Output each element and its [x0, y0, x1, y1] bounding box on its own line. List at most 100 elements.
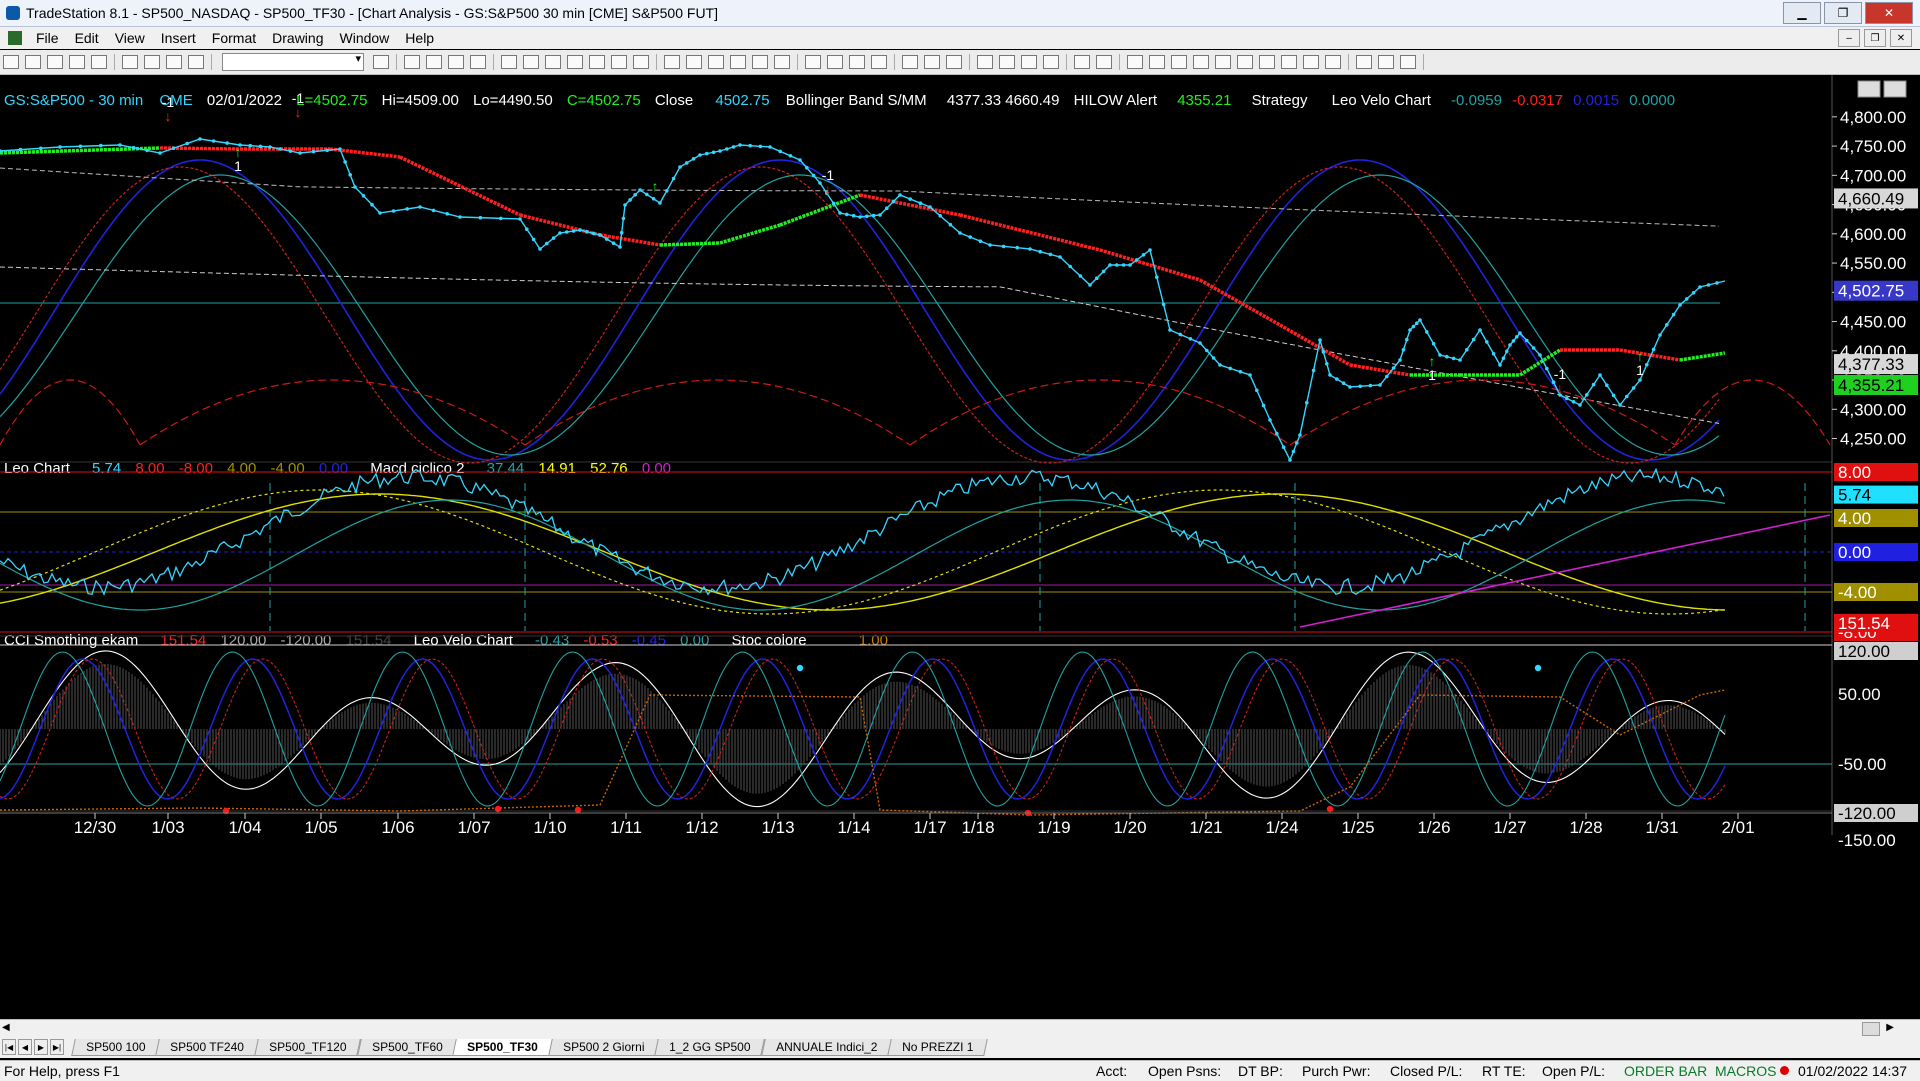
price-bar-dot — [1148, 248, 1152, 252]
toolbar-button-icon[interactable] — [1193, 55, 1209, 69]
toolbar-button-icon[interactable] — [1043, 55, 1059, 69]
toolbar-button-icon[interactable] — [470, 55, 486, 69]
toolbar-button-icon[interactable] — [501, 55, 517, 69]
toolbar-button-icon[interactable] — [47, 55, 63, 69]
toolbar-button-icon[interactable] — [523, 55, 539, 69]
toolbar-button-icon[interactable] — [122, 55, 138, 69]
minimize-icon[interactable]: ▁ — [1783, 2, 1821, 24]
chart-canvas[interactable]: GS:S&P500 - 30 min CME 02/01/2022 L=4502… — [0, 75, 1920, 1019]
toolbar-button-icon[interactable] — [849, 55, 865, 69]
toolbar-button-icon[interactable] — [144, 55, 160, 69]
toolbar-button-icon[interactable] — [1127, 55, 1143, 69]
toolbar-button-icon[interactable] — [589, 55, 605, 69]
chart-window-icon[interactable] — [8, 31, 22, 45]
workspace-tab[interactable]: SP500 2 Giorni — [548, 1038, 660, 1056]
toolbar-button-icon[interactable] — [902, 55, 918, 69]
horizontal-scrollbar[interactable]: ◀ ▶ — [0, 1019, 1920, 1036]
toolbar-button-icon[interactable] — [611, 55, 627, 69]
price-bar-dot — [1591, 382, 1596, 387]
scroll-thumb[interactable] — [1862, 1022, 1880, 1036]
toolbar-button-icon[interactable] — [188, 55, 204, 69]
price-bar-dot — [621, 216, 626, 221]
tab-prev-icon[interactable]: ◀ — [18, 1039, 32, 1055]
toolbar-button-icon[interactable] — [708, 55, 724, 69]
toolbar-button-icon[interactable] — [752, 55, 768, 69]
macros-button[interactable]: MACROS — [1715, 1063, 1776, 1079]
toolbar-button-icon[interactable] — [1356, 55, 1372, 69]
price-bar-dot — [605, 237, 609, 241]
toolbar-button-icon[interactable] — [1074, 55, 1090, 69]
toolbar-button-icon[interactable] — [664, 55, 680, 69]
velo-value-1: -0.0959 — [1451, 92, 1502, 109]
toolbar-button-icon[interactable] — [633, 55, 649, 69]
toolbar-button-icon[interactable] — [1096, 55, 1112, 69]
toolbar-button-icon[interactable] — [1378, 55, 1394, 69]
trend-line[interactable] — [1299, 514, 1831, 628]
toolbar-button-icon[interactable] — [1281, 55, 1297, 69]
maximize-icon[interactable]: ❐ — [1824, 2, 1862, 24]
toolbar-button-icon[interactable] — [1259, 55, 1275, 69]
toolbar-button-icon[interactable] — [1149, 55, 1165, 69]
toolbar-button-icon[interactable] — [25, 55, 41, 69]
mdi-minimize-icon[interactable]: – — [1838, 29, 1860, 47]
toolbar-button-icon[interactable] — [827, 55, 843, 69]
toolbar-button-icon[interactable] — [69, 55, 85, 69]
symbol-dropdown[interactable] — [222, 52, 364, 71]
menu-drawing[interactable]: Drawing — [264, 30, 331, 46]
toolbar-button-icon[interactable] — [924, 55, 940, 69]
toolbar-button-icon[interactable] — [166, 55, 182, 69]
toolbar-button-icon[interactable] — [730, 55, 746, 69]
toolbar-button-icon[interactable] — [1237, 55, 1253, 69]
toolbar-button-icon[interactable] — [3, 55, 19, 69]
toolbar-button-icon[interactable] — [1021, 55, 1037, 69]
toolbar-button-icon[interactable] — [946, 55, 962, 69]
toolbar-button-icon[interactable] — [1400, 55, 1416, 69]
toolbar-button-icon[interactable] — [774, 55, 790, 69]
pane-restore-icon[interactable] — [1883, 80, 1907, 98]
close-icon[interactable]: ✕ — [1865, 2, 1913, 24]
menu-window[interactable]: Window — [332, 30, 398, 46]
workspace-tab[interactable]: SP500_TF120 — [254, 1038, 362, 1056]
menu-insert[interactable]: Insert — [153, 30, 204, 46]
toolbar-button-icon[interactable] — [999, 55, 1015, 69]
tab-first-icon[interactable]: |◀ — [2, 1039, 16, 1055]
mdi-close-icon[interactable]: ✕ — [1890, 29, 1912, 47]
toolbar-button-icon[interactable] — [977, 55, 993, 69]
workspace-tab[interactable]: No PREZZI 1 — [887, 1038, 989, 1056]
toolbar-button-icon[interactable] — [1215, 55, 1231, 69]
toolbar-button-icon[interactable] — [91, 55, 107, 69]
chart-analysis-window[interactable]: GS:S&P500 - 30 min CME 02/01/2022 L=4502… — [0, 75, 1920, 1022]
plot-area[interactable]: -1↓-1↓1↑-1↓1↑-1↓1↑↑ — [0, 75, 1833, 835]
toolbar-button-icon[interactable] — [567, 55, 583, 69]
workspace-tab[interactable]: SP500_TF30 — [452, 1038, 553, 1056]
toolbar-button-icon[interactable] — [426, 55, 442, 69]
toolbar-button-icon[interactable] — [1171, 55, 1187, 69]
toolbar-button-icon[interactable] — [805, 55, 821, 69]
toolbar-button-icon[interactable] — [404, 55, 420, 69]
toolbar-button-icon[interactable] — [1303, 55, 1319, 69]
workspace-tab[interactable]: ANNUALE Indici_2 — [761, 1038, 893, 1056]
pane-minimize-icon[interactable] — [1857, 80, 1881, 98]
mdi-restore-icon[interactable]: ❐ — [1864, 29, 1886, 47]
workspace-tab[interactable]: SP500 100 — [71, 1038, 161, 1056]
menu-edit[interactable]: Edit — [67, 30, 107, 46]
menu-file[interactable]: File — [28, 30, 67, 46]
workspace-tab[interactable]: 1_2 GG SP500 — [654, 1038, 766, 1056]
toolbar-button-icon[interactable] — [686, 55, 702, 69]
price-bar-dot — [1571, 400, 1576, 404]
workspace-tab[interactable]: SP500 TF240 — [155, 1038, 260, 1056]
order-bar-button[interactable]: ORDER BAR MACROS — [1624, 1063, 1776, 1079]
menu-help[interactable]: Help — [397, 30, 442, 46]
workspace-tab[interactable]: SP500_TF60 — [356, 1038, 458, 1056]
toolbar-button-icon[interactable] — [373, 55, 389, 69]
scroll-left-icon[interactable]: ◀ — [2, 1022, 10, 1033]
toolbar-button-icon[interactable] — [448, 55, 464, 69]
toolbar-button-icon[interactable] — [871, 55, 887, 69]
tab-next-icon[interactable]: ▶ — [34, 1039, 48, 1055]
toolbar-button-icon[interactable] — [1325, 55, 1341, 69]
scroll-right-icon[interactable]: ▶ — [1886, 1022, 1894, 1033]
menu-view[interactable]: View — [107, 30, 153, 46]
tab-last-icon[interactable]: ▶| — [50, 1039, 64, 1055]
toolbar-button-icon[interactable] — [545, 55, 561, 69]
menu-format[interactable]: Format — [204, 30, 264, 46]
